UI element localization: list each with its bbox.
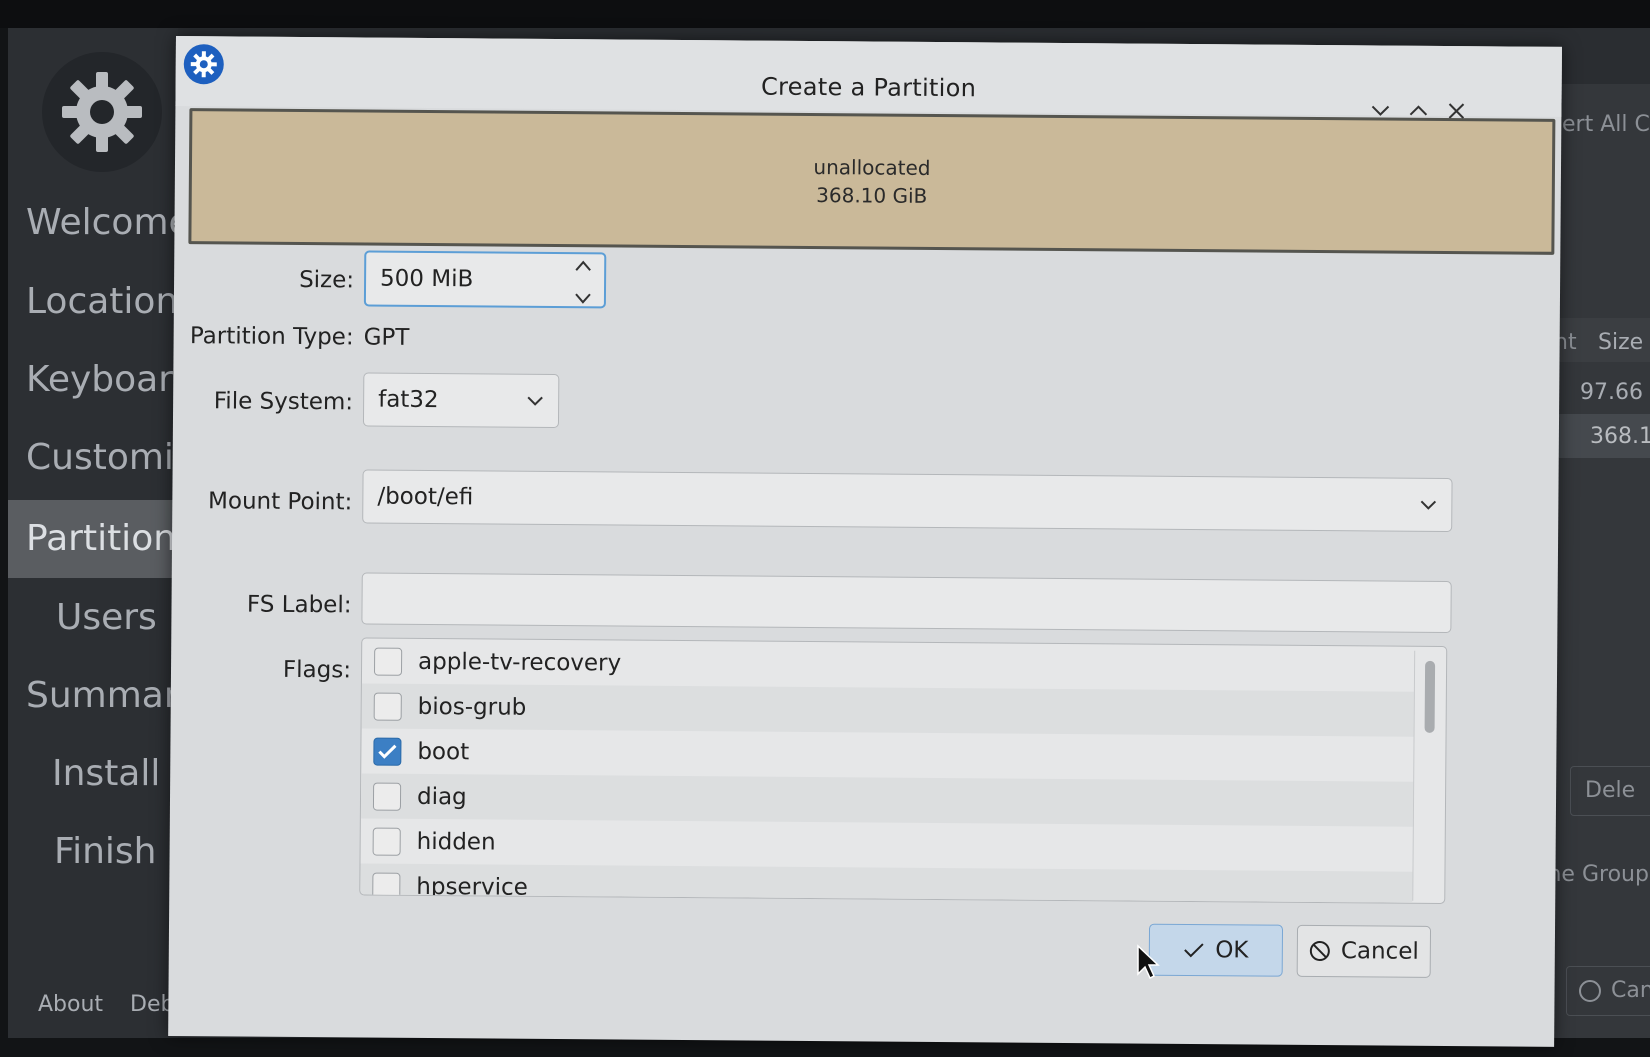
size-spin-buttons[interactable] bbox=[570, 260, 596, 304]
sidebar-item-keyboard: Keyboard bbox=[26, 359, 178, 400]
fs-label-input[interactable] bbox=[361, 572, 1452, 634]
flag-label: diag bbox=[416, 783, 467, 810]
installer-gear-logo-icon bbox=[42, 52, 162, 172]
checkbox-checked[interactable] bbox=[373, 737, 402, 766]
flags-scrollbar[interactable] bbox=[1412, 650, 1445, 901]
installer-cancel-button[interactable]: Can bbox=[1566, 966, 1650, 1016]
cancel-icon bbox=[1309, 941, 1330, 962]
sidebar-item-customize: Customize bbox=[26, 437, 178, 478]
dialog-title: Create a Partition bbox=[760, 72, 977, 103]
partition-row-size-selected: 368.1 bbox=[1590, 424, 1650, 449]
delete-button[interactable]: Dele bbox=[1570, 766, 1650, 816]
chevron-down-icon bbox=[526, 390, 544, 411]
size-label: Size: bbox=[299, 266, 355, 294]
dialog-titlebar[interactable]: Create a Partition bbox=[175, 36, 1562, 119]
flag-label: boot bbox=[417, 738, 470, 765]
file-system-value: fat32 bbox=[378, 386, 439, 414]
cancel-label: Cancel bbox=[1340, 938, 1419, 965]
checkbox[interactable] bbox=[372, 782, 402, 811]
checkmark-icon bbox=[378, 744, 397, 759]
size-value: 500 MiB bbox=[379, 265, 474, 293]
unallocated-space-bar: unallocated 368.10 GiB bbox=[188, 108, 1556, 255]
mount-point-value: /boot/efi bbox=[377, 483, 474, 511]
size-spinbox[interactable]: 500 MiB bbox=[363, 250, 607, 309]
unallocated-label: unallocated bbox=[813, 155, 931, 180]
installer-cancel-label: Can bbox=[1611, 978, 1650, 1003]
checkbox[interactable] bbox=[373, 647, 403, 676]
partition-row-size[interactable]: 97.66 bbox=[1580, 380, 1643, 405]
chevron-down-icon bbox=[1419, 494, 1437, 515]
checkbox[interactable] bbox=[372, 872, 401, 901]
create-partition-dialog: Create a Partition unallocated 368.10 Gi… bbox=[168, 36, 1562, 1047]
mouse-cursor-icon bbox=[1137, 944, 1160, 980]
file-system-combobox[interactable]: fat32 bbox=[362, 372, 560, 429]
sidebar-item-install: Install bbox=[52, 753, 161, 794]
spin-up-icon[interactable] bbox=[574, 260, 592, 272]
partition-type-value: GPT bbox=[363, 324, 410, 351]
screen-bezel bbox=[0, 0, 1650, 28]
volume-group-button[interactable]: me Group bbox=[1540, 862, 1649, 887]
flag-label: hpservice bbox=[416, 873, 529, 901]
ok-button[interactable]: OK bbox=[1148, 923, 1284, 977]
ok-label: OK bbox=[1215, 937, 1249, 964]
sidebar-item-location: Location bbox=[26, 281, 178, 322]
file-system-label: File System: bbox=[213, 388, 354, 416]
sidebar-item-summary: Summary bbox=[26, 675, 178, 716]
about-button[interactable]: About bbox=[38, 992, 103, 1017]
sidebar-item-finish: Finish bbox=[54, 831, 157, 872]
flag-label: hidden bbox=[416, 828, 496, 856]
sidebar-item-users: Users bbox=[56, 597, 157, 638]
partition-type-label: Partition Type: bbox=[189, 323, 354, 351]
flag-label: bios-grub bbox=[417, 693, 527, 721]
cancel-button[interactable]: Cancel bbox=[1296, 924, 1432, 978]
scrollbar-thumb[interactable] bbox=[1424, 660, 1436, 733]
flag-item-hpservice[interactable]: hpservice bbox=[360, 863, 1413, 904]
flags-label: Flags: bbox=[282, 656, 352, 684]
spin-down-icon[interactable] bbox=[574, 292, 592, 304]
mount-point-combobox[interactable]: /boot/efi bbox=[362, 469, 1453, 533]
flags-list[interactable]: apple-tv-recovery bios-grub boot diag hi… bbox=[359, 637, 1448, 904]
checkmark-icon bbox=[1184, 943, 1205, 958]
revert-all-changes-button[interactable]: ert All Ch bbox=[1562, 112, 1650, 137]
unallocated-size: 368.10 GiB bbox=[816, 183, 928, 208]
checkbox[interactable] bbox=[373, 692, 402, 721]
column-header-size: Size bbox=[1598, 330, 1644, 355]
mount-point-label: Mount Point: bbox=[207, 488, 353, 516]
flag-label: apple-tv-recovery bbox=[417, 648, 622, 677]
fs-label-label: FS Label: bbox=[246, 591, 352, 619]
sidebar-item-partitions: Partitions bbox=[8, 500, 178, 578]
sidebar-item-welcome: Welcome bbox=[26, 202, 178, 243]
cancel-icon bbox=[1579, 980, 1601, 1002]
checkbox[interactable] bbox=[372, 827, 401, 856]
